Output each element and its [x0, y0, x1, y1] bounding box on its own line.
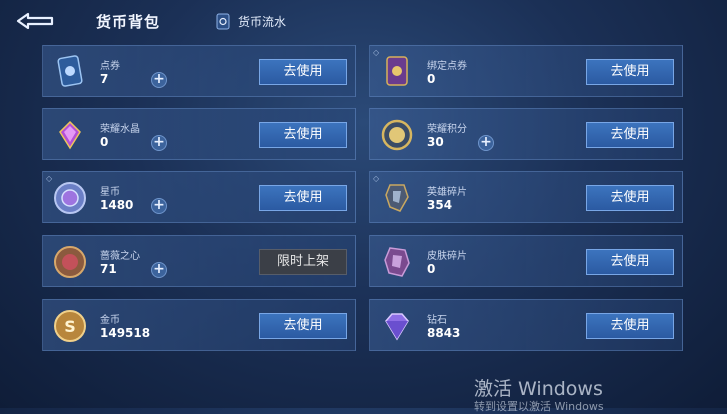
currency-card-voucher: 点券 7 + 去使用: [42, 45, 356, 97]
diamond-icon: [385, 313, 409, 341]
voucher-card-icon: [57, 55, 83, 87]
currency-name: 钻石: [427, 315, 447, 326]
currency-card-honor-points: 荣耀积分 30 + 去使用: [369, 108, 683, 160]
top-bar: 货币背包 货币流水: [0, 0, 727, 44]
use-voucher-button[interactable]: 去使用: [259, 59, 347, 85]
currency-card-star-coin: ◇ 星币 1480 + 去使用: [42, 171, 356, 223]
currency-count: 0: [427, 262, 436, 276]
currency-name: 荣耀水晶: [100, 124, 140, 135]
currency-count: 0: [100, 135, 109, 149]
hero-fragment-icon: [385, 184, 409, 212]
currency-count: 30: [427, 135, 444, 149]
currency-name: 皮肤碎片: [427, 251, 467, 262]
add-honor-points-button[interactable]: +: [478, 135, 494, 151]
use-bound-voucher-button[interactable]: 去使用: [586, 59, 674, 85]
use-hero-fragment-button[interactable]: 去使用: [586, 185, 674, 211]
currency-count: 7: [100, 72, 109, 86]
currency-count: 0: [427, 72, 436, 86]
use-crystal-button[interactable]: 去使用: [259, 122, 347, 148]
currency-name: 英雄碎片: [427, 187, 467, 198]
windows-activation-watermark: 激活 Windows: [474, 378, 603, 400]
currency-card-skin-fragment: 皮肤碎片 0 去使用: [369, 235, 683, 287]
currency-flow-label: 货币流水: [238, 15, 287, 29]
use-honor-points-button[interactable]: 去使用: [586, 122, 674, 148]
add-rose-heart-button[interactable]: +: [151, 262, 167, 278]
page-title: 货币背包: [96, 13, 161, 31]
currency-name: 荣耀积分: [427, 124, 467, 135]
use-diamond-button[interactable]: 去使用: [586, 313, 674, 339]
bound-voucher-card-icon: [386, 56, 408, 86]
windows-activation-subtext: 转到设置以激活 Windows: [474, 400, 604, 413]
currency-card-hero-fragment: ◇ 英雄碎片 354 去使用: [369, 171, 683, 223]
currency-card-bound-voucher: ◇ 绑定点券 0 去使用: [369, 45, 683, 97]
currency-card-diamond: 钻石 8843 去使用: [369, 299, 683, 351]
currency-name: 点券: [100, 61, 120, 72]
star-coin-icon: [54, 182, 86, 214]
currency-card-crystal: 荣耀水晶 0 + 去使用: [42, 108, 356, 160]
currency-name: 蔷薇之心: [100, 251, 140, 262]
use-gold-coin-button[interactable]: 去使用: [259, 313, 347, 339]
honor-points-icon: [381, 119, 413, 151]
currency-count: 8843: [427, 326, 461, 340]
rose-heart-icon: [54, 246, 86, 278]
limited-time-button: 限时上架: [259, 249, 347, 275]
currency-name: 金币: [100, 315, 120, 326]
back-arrow-icon[interactable]: [14, 10, 56, 32]
add-star-coin-button[interactable]: +: [151, 198, 167, 214]
currency-count: 1480: [100, 198, 134, 212]
currency-card-gold-coin: S 金币 149518 去使用: [42, 299, 356, 351]
use-star-coin-button[interactable]: 去使用: [259, 185, 347, 211]
gold-coin-icon: S: [54, 310, 86, 342]
add-voucher-button[interactable]: +: [151, 72, 167, 88]
use-skin-fragment-button[interactable]: 去使用: [586, 249, 674, 275]
document-icon: [216, 13, 230, 30]
currency-name: 绑定点券: [427, 61, 467, 72]
crystal-icon: [59, 120, 81, 150]
add-crystal-button[interactable]: +: [151, 135, 167, 151]
skin-fragment-icon: [384, 247, 410, 277]
currency-count: 354: [427, 198, 453, 212]
svg-text:S: S: [64, 317, 76, 336]
currency-name: 星币: [100, 187, 120, 198]
currency-count: 71: [100, 262, 117, 276]
currency-flow-link[interactable]: 货币流水: [216, 13, 286, 30]
currency-count: 149518: [100, 326, 151, 340]
currency-card-rose-heart: 蔷薇之心 71 + 限时上架: [42, 235, 356, 287]
